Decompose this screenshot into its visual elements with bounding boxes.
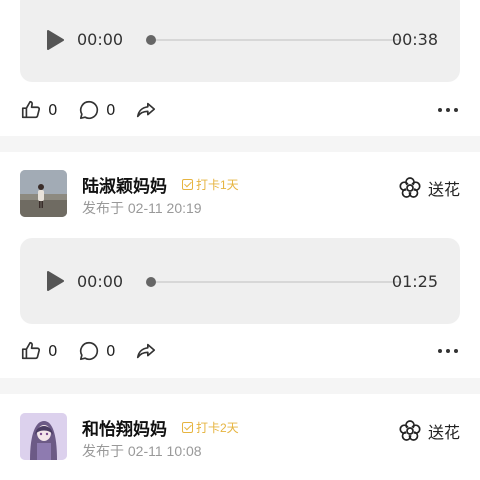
play-icon[interactable] (46, 30, 64, 50)
send-flower-label: 送花 (427, 425, 460, 442)
share-icon (136, 102, 156, 118)
send-flower-button[interactable]: 送花 (398, 176, 460, 200)
avatar[interactable] (20, 170, 67, 217)
send-flower-button[interactable]: 送花 (398, 419, 460, 443)
post-separator (0, 378, 480, 394)
actions-row-1: 0 0 (20, 98, 460, 122)
checkin-badge-label: 打卡2天 (196, 421, 239, 435)
progress-track[interactable] (148, 39, 402, 41)
comment-icon (79, 100, 99, 120)
comment-count: 0 (106, 101, 116, 119)
check-icon (182, 422, 193, 433)
thumbs-up-icon (21, 100, 41, 119)
duration: 01:25 (391, 272, 438, 291)
thumbs-up-icon (21, 341, 41, 360)
comment-button[interactable]: 0 (78, 339, 116, 363)
post-date: 发布于 02-11 10:08 (82, 443, 202, 459)
share-button[interactable] (135, 98, 157, 122)
like-count: 0 (48, 101, 58, 119)
share-icon (136, 343, 156, 359)
like-button[interactable]: 0 (20, 98, 58, 122)
actions-row-2: 0 0 (20, 339, 460, 363)
post-header-1: 陆淑颖妈妈 打卡1天 发布于 02-11 20:19 送花 (20, 170, 460, 220)
user-name[interactable]: 和怡翔妈妈 (82, 415, 167, 440)
comment-button[interactable]: 0 (78, 98, 116, 122)
check-icon (182, 179, 193, 190)
post-separator (0, 136, 480, 152)
progress-track[interactable] (148, 281, 402, 283)
share-button[interactable] (135, 339, 157, 363)
checkin-badge: 打卡1天 (182, 176, 239, 193)
flower-icon (399, 177, 421, 198)
progress-knob[interactable] (146, 35, 156, 45)
current-time: 00:00 (77, 272, 124, 291)
checkin-badge-label: 打卡1天 (196, 178, 239, 192)
current-time: 00:00 (77, 30, 124, 49)
more-icon[interactable] (438, 108, 458, 112)
more-icon[interactable] (438, 349, 458, 353)
audio-player-2[interactable]: 00:00 01:25 (20, 238, 460, 324)
like-button[interactable]: 0 (20, 339, 58, 363)
post-header-2: 和怡翔妈妈 打卡2天 发布于 02-11 10:08 送花 (20, 413, 460, 463)
progress-knob[interactable] (146, 277, 156, 287)
play-icon[interactable] (46, 271, 64, 291)
user-name[interactable]: 陆淑颖妈妈 (82, 172, 167, 197)
comment-icon (79, 341, 99, 361)
like-count: 0 (48, 342, 58, 360)
duration: 00:38 (391, 30, 438, 49)
send-flower-label: 送花 (427, 182, 460, 199)
post-date: 发布于 02-11 20:19 (82, 200, 202, 216)
comment-count: 0 (106, 342, 116, 360)
avatar[interactable] (20, 413, 67, 460)
checkin-badge: 打卡2天 (182, 419, 239, 436)
audio-player-1[interactable]: 00:00 00:38 (20, 0, 460, 82)
flower-icon (399, 420, 421, 441)
